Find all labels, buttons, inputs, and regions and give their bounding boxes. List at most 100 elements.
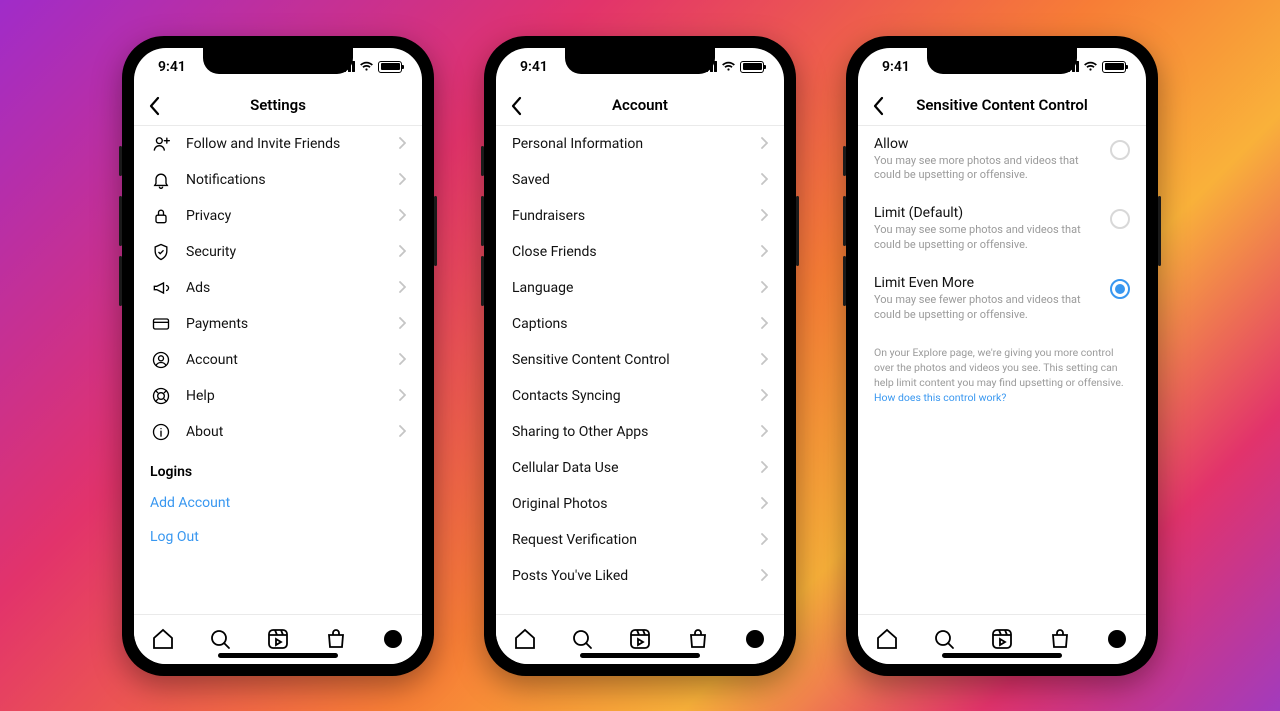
tab-home[interactable] <box>874 626 900 652</box>
invite-icon <box>150 134 172 154</box>
row-posts-you-ve-liked[interactable]: Posts You've Liked <box>496 558 784 594</box>
chevron-right-icon <box>760 206 768 225</box>
link-log-out[interactable]: Log Out <box>134 520 422 554</box>
battery-icon <box>740 61 764 73</box>
row-fundraisers[interactable]: Fundraisers <box>496 198 784 234</box>
info-icon <box>150 422 172 442</box>
radio-icon[interactable] <box>1110 279 1130 299</box>
notch <box>927 48 1077 74</box>
row-close-friends[interactable]: Close Friends <box>496 234 784 270</box>
tab-reels[interactable] <box>989 626 1015 652</box>
chevron-right-icon <box>760 386 768 405</box>
row-language[interactable]: Language <box>496 270 784 306</box>
row-personal-information[interactable]: Personal Information <box>496 126 784 162</box>
footnote-link[interactable]: How does this control work? <box>874 391 1006 404</box>
page-title: Sensitive Content Control <box>916 96 1088 114</box>
tab-home[interactable] <box>512 626 538 652</box>
option-limit-even-more[interactable]: Limit Even MoreYou may see fewer photos … <box>858 265 1146 335</box>
row-payments[interactable]: Payments <box>134 306 422 342</box>
wifi-icon <box>1083 61 1098 72</box>
tab-shop[interactable] <box>323 626 349 652</box>
option-allow[interactable]: AllowYou may see more photos and videos … <box>858 126 1146 196</box>
row-sharing-to-other-apps[interactable]: Sharing to Other Apps <box>496 414 784 450</box>
tab-reels[interactable] <box>265 626 291 652</box>
shield-icon <box>150 242 172 262</box>
chevron-right-icon <box>398 278 406 297</box>
wifi-icon <box>359 61 374 72</box>
tab-profile[interactable] <box>742 626 768 652</box>
radio-icon[interactable] <box>1110 140 1130 160</box>
row-about[interactable]: About <box>134 414 422 450</box>
row-saved[interactable]: Saved <box>496 162 784 198</box>
chevron-right-icon <box>760 134 768 153</box>
megaphone-icon <box>150 278 172 298</box>
battery-icon <box>1102 61 1126 73</box>
header: Settings <box>134 86 422 126</box>
lifebuoy-icon <box>150 386 172 406</box>
chevron-right-icon <box>398 242 406 261</box>
chevron-right-icon <box>760 530 768 549</box>
chevron-right-icon <box>760 458 768 477</box>
row-help[interactable]: Help <box>134 378 422 414</box>
row-contacts-syncing[interactable]: Contacts Syncing <box>496 378 784 414</box>
row-captions[interactable]: Captions <box>496 306 784 342</box>
option-limit-default-[interactable]: Limit (Default)You may see some photos a… <box>858 195 1146 265</box>
notch <box>203 48 353 74</box>
sensitive-options: AllowYou may see more photos and videos … <box>858 126 1146 614</box>
chevron-right-icon <box>760 350 768 369</box>
row-sensitive-content-control[interactable]: Sensitive Content Control <box>496 342 784 378</box>
status-time: 9:41 <box>520 59 548 75</box>
back-button[interactable] <box>510 96 522 120</box>
wifi-icon <box>721 61 736 72</box>
battery-icon <box>378 61 402 73</box>
chevron-right-icon <box>398 206 406 225</box>
row-original-photos[interactable]: Original Photos <box>496 486 784 522</box>
phone-account: 9:41 Account Personal InformationSavedFu… <box>484 36 796 676</box>
tab-search[interactable] <box>207 626 233 652</box>
row-cellular-data-use[interactable]: Cellular Data Use <box>496 450 784 486</box>
row-notifications[interactable]: Notifications <box>134 162 422 198</box>
tab-profile[interactable] <box>380 626 406 652</box>
row-security[interactable]: Security <box>134 234 422 270</box>
tab-search[interactable] <box>931 626 957 652</box>
home-indicator[interactable] <box>218 653 338 658</box>
row-account[interactable]: Account <box>134 342 422 378</box>
row-privacy[interactable]: Privacy <box>134 198 422 234</box>
radio-icon[interactable] <box>1110 209 1130 229</box>
account-list: Personal InformationSavedFundraisersClos… <box>496 126 784 614</box>
back-button[interactable] <box>148 96 160 120</box>
tab-shop[interactable] <box>1047 626 1073 652</box>
phone-sensitive-content: 9:41 Sensitive Content Control AllowYou … <box>846 36 1158 676</box>
chevron-right-icon <box>760 314 768 333</box>
chevron-right-icon <box>398 386 406 405</box>
bell-icon <box>150 170 172 190</box>
page-title: Account <box>612 96 668 114</box>
row-request-verification[interactable]: Request Verification <box>496 522 784 558</box>
chevron-right-icon <box>398 422 406 441</box>
chevron-right-icon <box>398 134 406 153</box>
row-follow-invite[interactable]: Follow and Invite Friends <box>134 126 422 162</box>
tab-home[interactable] <box>150 626 176 652</box>
chevron-right-icon <box>398 170 406 189</box>
home-indicator[interactable] <box>942 653 1062 658</box>
status-time: 9:41 <box>882 59 910 75</box>
notch <box>565 48 715 74</box>
tab-reels[interactable] <box>627 626 653 652</box>
header: Sensitive Content Control <box>858 86 1146 126</box>
tab-shop[interactable] <box>685 626 711 652</box>
tab-profile[interactable] <box>1104 626 1130 652</box>
lock-icon <box>150 206 172 226</box>
chevron-right-icon <box>760 242 768 261</box>
footnote: On your Explore page, we're giving you m… <box>858 335 1146 416</box>
row-ads[interactable]: Ads <box>134 270 422 306</box>
chevron-right-icon <box>760 494 768 513</box>
status-time: 9:41 <box>158 59 186 75</box>
tab-search[interactable] <box>569 626 595 652</box>
card-icon <box>150 314 172 334</box>
back-button[interactable] <box>872 96 884 120</box>
settings-list: Follow and Invite Friends Notifications … <box>134 126 422 614</box>
section-logins: Logins <box>134 450 422 486</box>
link-add-account[interactable]: Add Account <box>134 486 422 520</box>
home-indicator[interactable] <box>580 653 700 658</box>
chevron-right-icon <box>760 278 768 297</box>
